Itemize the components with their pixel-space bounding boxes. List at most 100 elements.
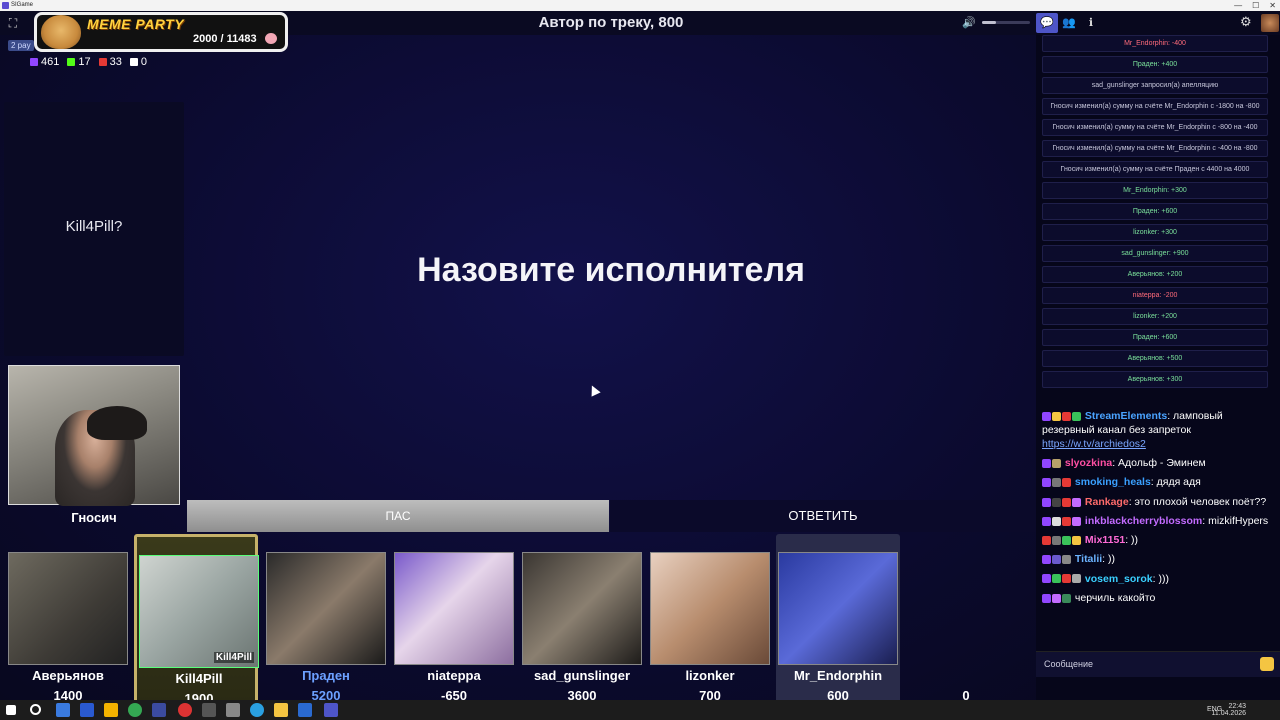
- message-input[interactable]: Сообщение: [1036, 651, 1280, 677]
- close-icon[interactable]: ✕: [1269, 0, 1276, 11]
- host-answer-panel: Kill4Pill?: [4, 102, 184, 356]
- player-webcam: [394, 552, 514, 665]
- taskbar-app-icon[interactable]: [274, 703, 288, 717]
- clock-time: 22:43: [1228, 703, 1246, 710]
- player-webcam: [8, 552, 128, 665]
- meme-party-badge: MEME PARTY 2000 / 11483: [34, 12, 288, 52]
- side-panel-tabs: 💬 👥 ℹ ⚙: [1036, 11, 1280, 35]
- player-name: Kill4Pill: [175, 671, 223, 686]
- chat-message: Mix1151: )): [1042, 533, 1278, 547]
- chat-username[interactable]: vosem_sorok: [1085, 573, 1153, 585]
- chat-username[interactable]: Rankage: [1085, 496, 1129, 508]
- chat-username[interactable]: Mix1151: [1085, 534, 1125, 546]
- gear-icon[interactable]: ⚙: [1240, 14, 1252, 30]
- steam-icon[interactable]: [298, 703, 312, 717]
- log-entry: niateppa: -200: [1042, 287, 1268, 304]
- players-row: Аверьянов 1400 Kill4Pill Kill4Pill 1900 …: [6, 534, 1034, 710]
- clock-date: 11.04.2026: [1211, 710, 1246, 717]
- other-count: 0: [140, 56, 147, 68]
- chat-link[interactable]: https://w.tv/archiedos2: [1042, 438, 1146, 450]
- log-entry: sad_gunslinger запросил(а) апелляцию: [1042, 77, 1268, 94]
- volume-slider[interactable]: [982, 21, 1030, 24]
- taskbar-app-icon[interactable]: [178, 703, 192, 717]
- live-icon: [98, 58, 107, 66]
- taskbar-app-icon[interactable]: [56, 703, 70, 717]
- chat-text: : Адольф - Эминем: [1112, 457, 1206, 470]
- subs-count: 33: [109, 56, 122, 68]
- maximize-icon[interactable]: ☐: [1252, 0, 1259, 11]
- player-webcam: [266, 552, 386, 665]
- chat-message: Titalii: )): [1042, 552, 1278, 566]
- log-entry: Гносич изменил(а) сумму на счёте Mr_Endo…: [1042, 119, 1268, 136]
- likes-count: 17: [78, 56, 91, 68]
- host-name: Гносич: [71, 510, 117, 525]
- player-card[interactable]: sad_gunslinger 3600: [520, 534, 644, 707]
- chat-username[interactable]: StreamElements: [1085, 410, 1167, 422]
- chat-text: : дядя адя: [1150, 476, 1201, 489]
- host-webcam: [8, 365, 180, 506]
- taskbar-app-icon[interactable]: [80, 703, 94, 717]
- player-card[interactable]: niateppa -650: [392, 534, 516, 707]
- info-tab-icon[interactable]: ℹ: [1080, 13, 1102, 33]
- volume-icon[interactable]: 🔊: [962, 16, 976, 29]
- log-entry: Праден: +600: [1042, 203, 1268, 220]
- taskbar-app-icon[interactable]: [152, 703, 166, 717]
- player-card[interactable]: Праден 5200: [264, 534, 388, 707]
- window-controls: — ☐ ✕: [1234, 0, 1276, 11]
- windows-start-icon[interactable]: [6, 705, 16, 715]
- chat-username[interactable]: slyozkina: [1065, 457, 1112, 469]
- mouse-cursor-icon: [587, 383, 601, 397]
- chat-message: vosem_sorok: ))): [1042, 572, 1278, 586]
- log-entry: Mr_Endorphin: -400: [1042, 35, 1268, 52]
- taskbar-app-icon[interactable]: [202, 703, 216, 717]
- badge-progress: 2000 / 11483: [193, 33, 257, 45]
- chat-tab-icon[interactable]: 💬: [1036, 13, 1058, 33]
- pig-icon: [265, 33, 277, 44]
- player-name: Mr_Endorphin: [793, 668, 883, 683]
- pass-button[interactable]: ПАС: [187, 500, 609, 532]
- log-entry: Mr_Endorphin: +300: [1042, 182, 1268, 199]
- log-entry: Аверьянов: +300: [1042, 371, 1268, 388]
- folder-icon[interactable]: [104, 703, 118, 717]
- chat-username[interactable]: Titalii: [1075, 553, 1102, 565]
- chat-username[interactable]: inkblackcherryblossom: [1085, 515, 1202, 527]
- side-panel: 💬 👥 ℹ ⚙ Mr_Endorphin: -400 Праден: +400 …: [1036, 11, 1280, 700]
- app-icon: [2, 2, 9, 9]
- log-entry: lizonker: +300: [1042, 224, 1268, 241]
- answer-button[interactable]: ОТВЕТИТЬ: [610, 500, 1036, 532]
- log-entry: sad_gunslinger: +900: [1042, 245, 1268, 262]
- player-name: Аверьянов: [32, 668, 104, 683]
- player-webcam: [650, 552, 770, 665]
- taskbar-app-icon[interactable]: [226, 703, 240, 717]
- pay-tag: 2 pay: [8, 40, 34, 51]
- host-answer: Kill4Pill?: [65, 218, 123, 235]
- player-card[interactable]: Аверьянов 1400: [6, 534, 130, 707]
- kick-icon: [67, 58, 76, 66]
- log-entry: Аверьянов: +200: [1042, 266, 1268, 283]
- sigame-taskbar-icon[interactable]: [324, 703, 338, 717]
- chat-username[interactable]: smoking_heals: [1075, 476, 1151, 488]
- system-clock[interactable]: 22:43 11.04.2026: [1211, 703, 1246, 717]
- w-icon: [129, 58, 138, 66]
- taskbar-app-icon[interactable]: [250, 703, 264, 717]
- player-card-active[interactable]: Kill4Pill Kill4Pill 1900: [134, 534, 259, 707]
- player-card-empty[interactable]: 0: [904, 534, 1028, 707]
- avatar[interactable]: [1261, 14, 1279, 32]
- player-name: niateppa: [427, 668, 481, 683]
- chrome-icon[interactable]: [128, 703, 142, 717]
- player-card[interactable]: lizonker 700: [648, 534, 772, 707]
- search-icon[interactable]: [30, 704, 41, 715]
- player-card-selected[interactable]: Mr_Endorphin 600: [776, 534, 900, 707]
- chat-message: slyozkina: Адольф - Эминем: [1042, 456, 1278, 470]
- chat-message: Rankage: это плохой человек поёт??: [1042, 495, 1278, 509]
- player-name: lizonker: [685, 668, 735, 683]
- question-text: Назовите исполнителя: [417, 251, 805, 289]
- viewers-count: 461: [41, 56, 60, 68]
- player-name: Праден: [302, 668, 350, 683]
- stream-stats: 461 17 33 0: [30, 56, 147, 68]
- viewers-icon: [30, 58, 38, 66]
- minimize-icon[interactable]: —: [1234, 0, 1242, 11]
- players-tab-icon[interactable]: 👥: [1058, 13, 1080, 33]
- emoji-icon[interactable]: [1260, 657, 1274, 671]
- chat-text: : это плохой человек поёт??: [1128, 495, 1267, 508]
